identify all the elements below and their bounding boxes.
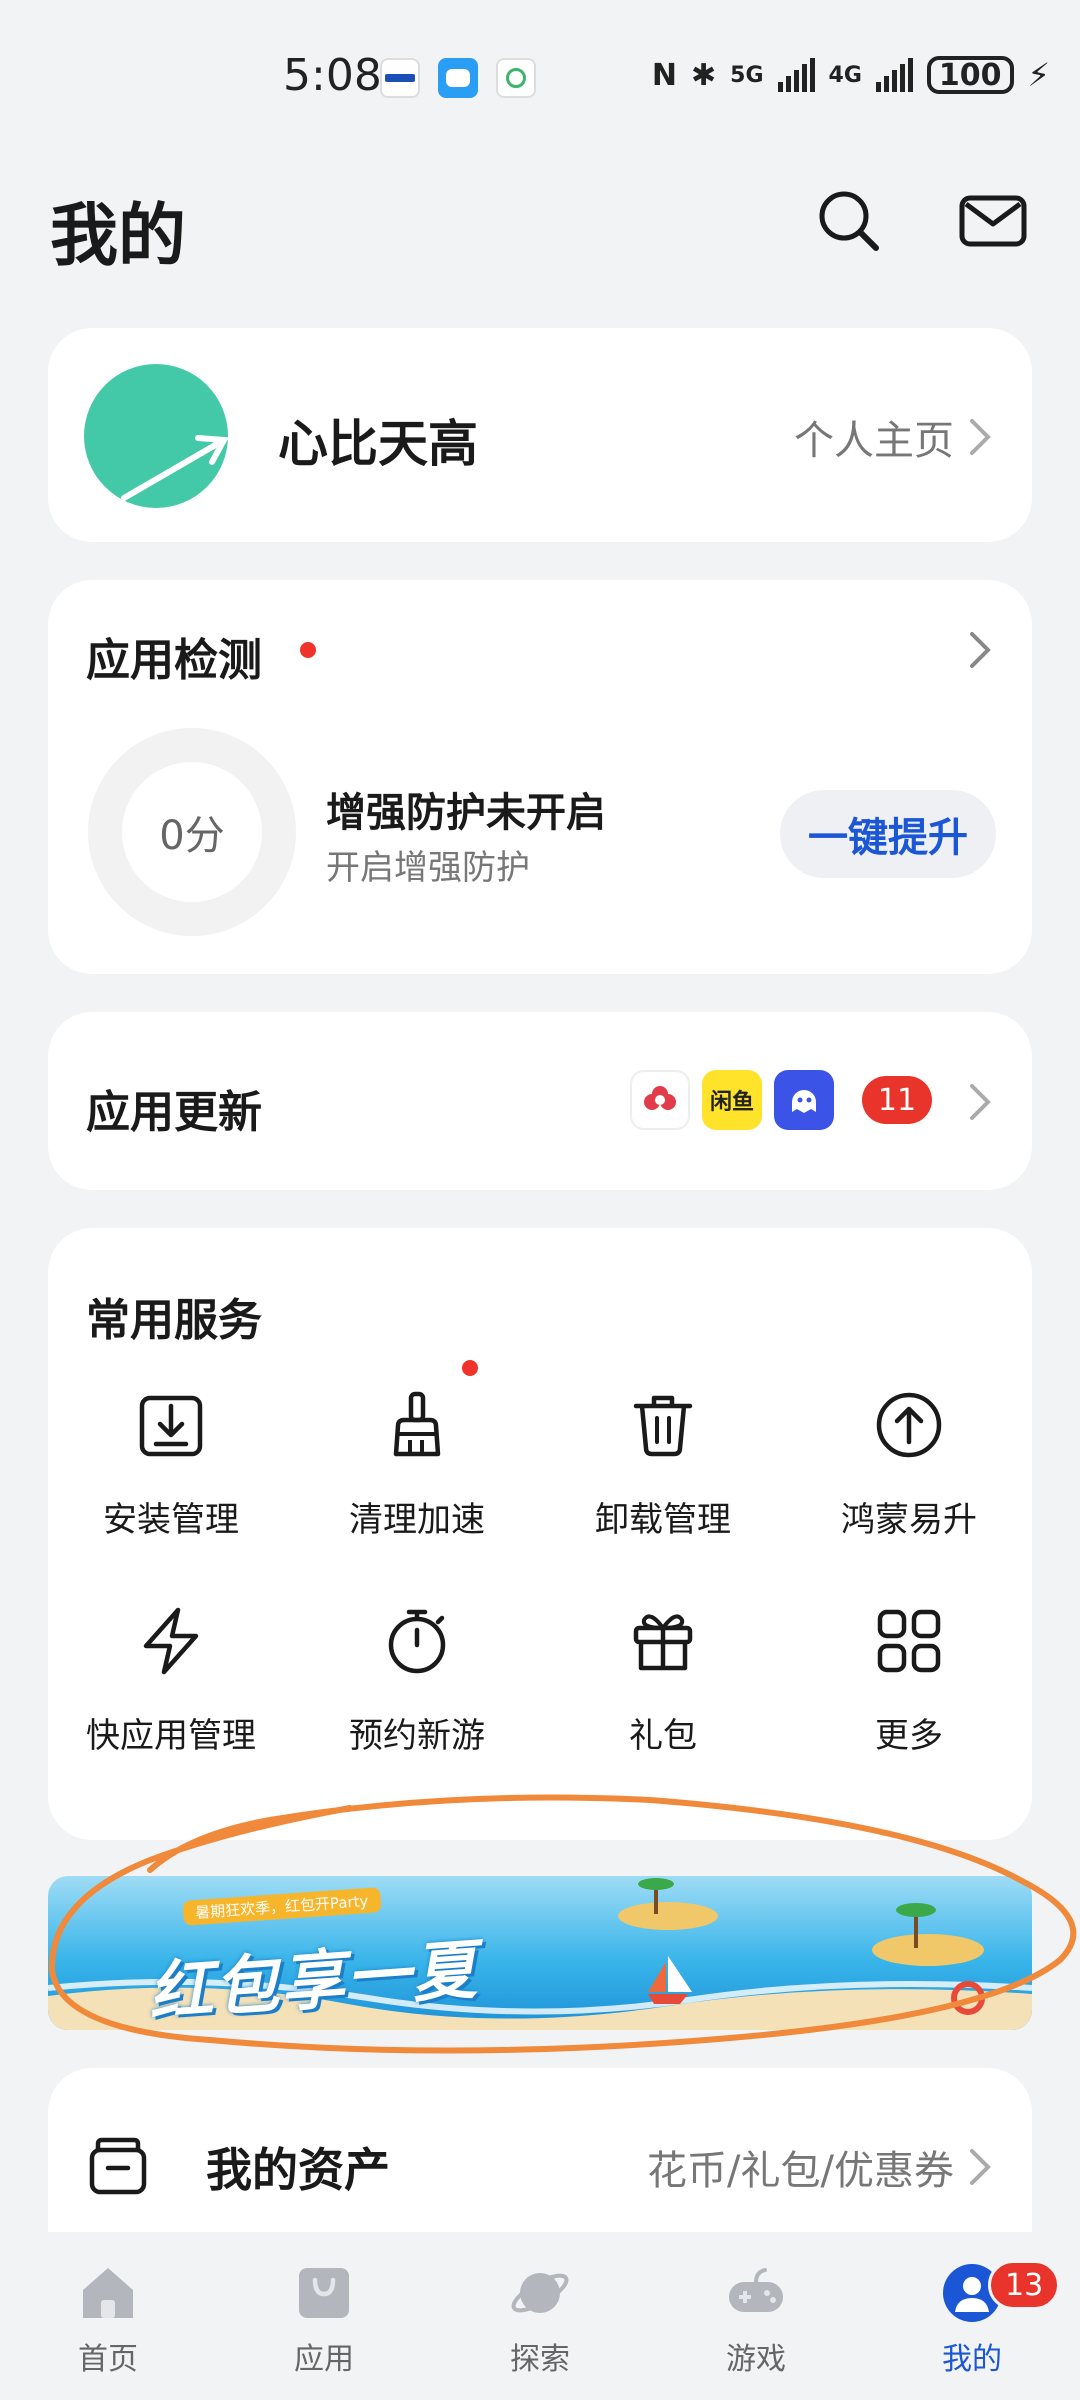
install-icon bbox=[139, 1395, 203, 1457]
bag-icon bbox=[299, 2268, 349, 2318]
wallet-icon bbox=[89, 2137, 147, 2195]
username: 心比天高 bbox=[278, 415, 478, 473]
status-bar: 5:08 N ✱ 5G 4G 100 ⚡ bbox=[0, 0, 1080, 160]
nav-label: 我的 bbox=[942, 2342, 1002, 2377]
message-app-icon bbox=[438, 58, 478, 98]
nav-tab-games[interactable]: 游戏 bbox=[648, 2232, 864, 2400]
service-preorder-games[interactable]: 预约新游 bbox=[294, 1572, 540, 1788]
xianyu-app-text: 闲鱼 bbox=[709, 1090, 754, 1115]
nav-tab-explore[interactable]: 探索 bbox=[432, 2232, 648, 2400]
service-install-manager[interactable]: 安装管理 bbox=[48, 1356, 294, 1572]
chevron-right-icon[interactable] bbox=[968, 1082, 992, 1122]
nav-tab-apps[interactable]: 应用 bbox=[216, 2232, 432, 2400]
search-icon[interactable] bbox=[814, 186, 884, 256]
grid-icon bbox=[877, 1609, 941, 1673]
nav-label: 游戏 bbox=[726, 2342, 786, 2377]
app-update-title: 应用更新 bbox=[86, 1087, 262, 1138]
charging-icon: ⚡ bbox=[1027, 56, 1050, 94]
home-icon bbox=[83, 2268, 133, 2318]
security-score: 0分 bbox=[159, 813, 225, 859]
service-gift-pack[interactable]: 礼包 bbox=[540, 1572, 786, 1788]
nav-tab-home[interactable]: 首页 bbox=[0, 2232, 216, 2400]
service-label: 更多 bbox=[875, 1716, 943, 1756]
network-4g-label: 4G bbox=[828, 62, 862, 88]
service-label: 快应用管理 bbox=[86, 1716, 256, 1756]
status-indicators: N ✱ 5G 4G 100 ⚡ bbox=[652, 56, 1050, 94]
upgrade-icon bbox=[876, 1392, 942, 1458]
battery-indicator: 100 bbox=[926, 56, 1014, 94]
nfc-icon: N bbox=[651, 57, 678, 93]
nav-label: 应用 bbox=[294, 2342, 354, 2377]
app-check-card[interactable]: 应用检测 0分 增强防护未开启 开启增强防护 一键提升 bbox=[48, 580, 1032, 974]
my-assets-title: 我的资产 bbox=[206, 2143, 390, 2197]
services-grid: 安装管理 清理加速 卸载管理 鸿蒙易升 快应用管理 预约新游 礼包 更多 bbox=[48, 1356, 1032, 1788]
common-services-title: 常用服务 bbox=[86, 1295, 262, 1346]
arrow-icon bbox=[121, 435, 228, 501]
assets-link[interactable]: 花币/礼包/优惠券 bbox=[647, 2138, 992, 2196]
notification-dot bbox=[300, 642, 316, 658]
service-label: 清理加速 bbox=[349, 1500, 485, 1540]
mail-icon[interactable] bbox=[958, 186, 1028, 256]
service-clean-speedup[interactable]: 清理加速 bbox=[294, 1356, 540, 1572]
gift-icon bbox=[633, 1614, 693, 1671]
broom-icon bbox=[393, 1391, 441, 1457]
avatar[interactable] bbox=[84, 364, 228, 508]
profile-homepage-link[interactable]: 个人主页 bbox=[794, 408, 992, 466]
security-score-ring: 0分 bbox=[88, 728, 296, 936]
update-app-icons: 闲鱼 11 bbox=[630, 1070, 932, 1130]
trash-icon bbox=[633, 1395, 693, 1457]
service-more[interactable]: 更多 bbox=[786, 1572, 1032, 1788]
nav-label: 探索 bbox=[510, 2342, 570, 2377]
app-icon-xianyu: 闲鱼 bbox=[702, 1070, 762, 1130]
service-label: 鸿蒙易升 bbox=[841, 1500, 977, 1540]
service-label: 礼包 bbox=[629, 1716, 697, 1756]
signal-5g-icon bbox=[777, 58, 815, 92]
service-label: 卸载管理 bbox=[595, 1500, 731, 1540]
common-services-card: 常用服务 安装管理 清理加速 卸载管理 鸿蒙易升 快应用管理 预约新游 礼包 更… bbox=[48, 1228, 1032, 1840]
summer-red-packet-banner[interactable]: 暑期狂欢季，红包开Party 红包享一夏 bbox=[48, 1876, 1032, 2030]
update-count-badge: 11 bbox=[862, 1076, 932, 1124]
hikvision-app-icon bbox=[380, 58, 420, 98]
service-label: 安装管理 bbox=[103, 1500, 239, 1540]
chevron-right-icon bbox=[970, 2149, 991, 2185]
app-check-title: 应用检测 bbox=[86, 635, 262, 686]
planet-icon bbox=[511, 2273, 569, 2313]
service-label: 预约新游 bbox=[349, 1716, 485, 1756]
page-title: 我的 bbox=[50, 197, 187, 276]
profile-card[interactable]: 心比天高 个人主页 bbox=[48, 328, 1032, 542]
nav-notification-badge: 13 bbox=[988, 2260, 1061, 2310]
service-quick-app-manager[interactable]: 快应用管理 bbox=[48, 1572, 294, 1788]
status-time: 5:08 bbox=[283, 50, 382, 101]
app-icon-qq bbox=[774, 1070, 834, 1130]
signal-4g-icon bbox=[875, 58, 913, 92]
assets-link-label: 花币/礼包/优惠券 bbox=[647, 2148, 954, 2194]
service-harmony-upgrade[interactable]: 鸿蒙易升 bbox=[786, 1356, 1032, 1572]
protection-status-subtitle: 开启增强防护 bbox=[326, 848, 530, 888]
plant-app-icon bbox=[496, 58, 536, 98]
one-click-boost-button[interactable]: 一键提升 bbox=[780, 790, 996, 878]
chevron-right-icon bbox=[970, 419, 991, 455]
nav-tab-mine[interactable]: 我的 13 bbox=[864, 2232, 1080, 2400]
lightning-icon bbox=[143, 1607, 199, 1675]
stopwatch-icon bbox=[388, 1609, 446, 1674]
protection-status-title: 增强防护未开启 bbox=[326, 790, 606, 836]
notification-icons bbox=[380, 58, 536, 98]
profile-homepage-label: 个人主页 bbox=[794, 418, 954, 464]
app-icon-flower bbox=[630, 1070, 690, 1130]
gamepad-icon bbox=[729, 2268, 783, 2312]
chevron-right-icon[interactable] bbox=[968, 630, 992, 670]
service-uninstall-manager[interactable]: 卸载管理 bbox=[540, 1356, 786, 1572]
network-5g-label: 5G bbox=[730, 62, 764, 88]
app-update-card[interactable]: 应用更新 闲鱼 11 bbox=[48, 1012, 1032, 1190]
bluetooth-icon: ✱ bbox=[691, 57, 717, 93]
nav-label: 首页 bbox=[78, 2342, 138, 2377]
bottom-navigation: 首页 应用 探索 游戏 我的 13 bbox=[0, 2232, 1080, 2400]
notification-dot bbox=[462, 1360, 478, 1376]
